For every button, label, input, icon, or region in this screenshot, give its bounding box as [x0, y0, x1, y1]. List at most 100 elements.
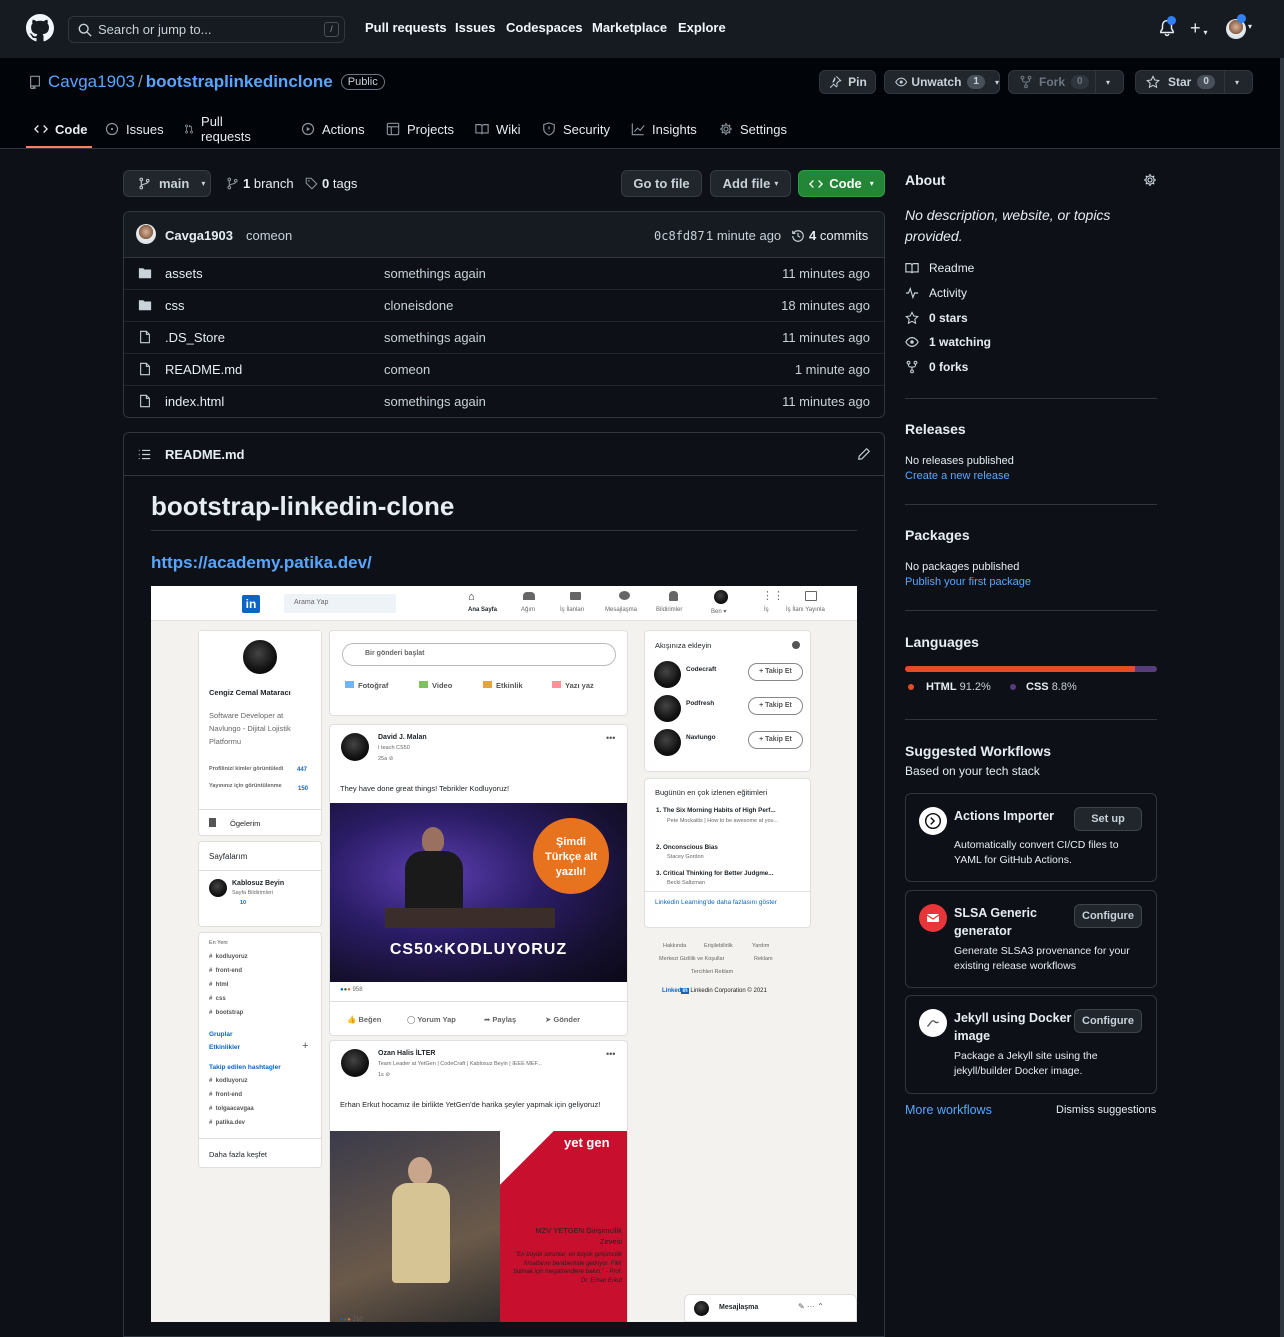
- li-share-button: Paylaş: [492, 1015, 517, 1024]
- nav-pull-requests[interactable]: Pull requests: [365, 20, 447, 35]
- readme-filename[interactable]: README.md: [165, 447, 244, 462]
- speaker-body: [392, 1183, 450, 1283]
- star-button[interactable]: Star 0 ▾: [1135, 70, 1253, 94]
- repo-title: Cavga1903 / bootstraplinkedinclone Publi…: [28, 72, 385, 92]
- workflow-configure-button[interactable]: Configure: [1074, 904, 1142, 928]
- commit-sha[interactable]: 0c8fd87: [654, 229, 705, 243]
- search-input[interactable]: Search or jump to... /: [68, 16, 345, 43]
- tab-code[interactable]: Code: [34, 121, 88, 137]
- publish-package-link[interactable]: Publish your first package: [905, 576, 1031, 588]
- file-row[interactable]: css cloneisdone 18 minutes ago: [124, 290, 884, 322]
- github-logo-icon[interactable]: [26, 14, 54, 42]
- li-course-sub: Becki Saltzman: [667, 880, 705, 886]
- add-file-button[interactable]: Add file ▾: [710, 170, 791, 197]
- tab-label: Pull requests: [201, 114, 251, 144]
- pin-button[interactable]: Pin: [819, 70, 876, 94]
- file-row[interactable]: README.md comeon 1 minute ago: [124, 354, 884, 386]
- file-name[interactable]: .DS_Store: [165, 330, 225, 345]
- fork-icon: [1020, 75, 1032, 89]
- li-corp: Linkedin Corporation © 2021: [690, 988, 767, 994]
- file-name[interactable]: assets: [165, 266, 203, 281]
- fork-button[interactable]: Fork 0 ▾: [1008, 70, 1124, 94]
- file-row[interactable]: index.html somethings again 11 minutes ago: [124, 386, 884, 417]
- li-like-button: Beğen: [358, 1015, 382, 1024]
- tags-link[interactable]: 0 tags: [305, 176, 357, 191]
- stars-link[interactable]: 0 stars: [905, 311, 968, 325]
- li-footer-link: Hakkında: [663, 943, 687, 949]
- li-hashtag: tolgaacavgaa: [215, 1106, 254, 1112]
- tab-issues[interactable]: Issues: [105, 121, 164, 137]
- gear-icon[interactable]: [1143, 173, 1157, 187]
- unwatch-button[interactable]: Unwatch 1 ▾: [884, 70, 1000, 94]
- li-jobs-icon: [570, 592, 581, 600]
- repo-owner-link[interactable]: Cavga1903: [48, 72, 135, 92]
- workflow-setup-button[interactable]: Set up: [1074, 807, 1142, 831]
- workflow-configure-button[interactable]: Configure: [1074, 1009, 1142, 1033]
- li-video-icon: [419, 681, 428, 688]
- branches-link[interactable]: 1 branch: [226, 176, 294, 191]
- li-saved: Ögelerim: [230, 819, 261, 828]
- li-home-icon: ⌂: [468, 591, 475, 603]
- releases-title[interactable]: Releases: [905, 421, 1157, 437]
- create-release-link[interactable]: Create a new release: [905, 470, 1010, 482]
- tab-pull-requests[interactable]: Pull requests: [184, 114, 255, 144]
- packages-title[interactable]: Packages: [905, 527, 1157, 543]
- li-me-avatar: [714, 590, 728, 604]
- readme-screenshot[interactable]: in Arama Yap ⌂ Ana Sayfa Ağım İş İlanlar…: [151, 586, 857, 1322]
- code-button[interactable]: Code ▾: [798, 170, 885, 197]
- readme-heading: bootstrap-linkedin-clone: [151, 491, 455, 521]
- list-icon[interactable]: [138, 448, 151, 461]
- tab-settings[interactable]: Settings: [719, 121, 787, 137]
- li-page-count: 10: [240, 900, 247, 906]
- file-name[interactable]: index.html: [165, 394, 224, 409]
- file-commit-message[interactable]: somethings again: [384, 394, 486, 409]
- li-footer-link: Merkezi Gizlilik ve Koşullar: [659, 956, 725, 962]
- file-commit-message[interactable]: comeon: [384, 362, 430, 377]
- readme-link[interactable]: https://academy.patika.dev/: [151, 553, 372, 573]
- repo-header: Cavga1903 / bootstraplinkedinclone Publi…: [0, 58, 1284, 149]
- tab-insights[interactable]: Insights: [631, 121, 697, 137]
- li-post-sub: Team Leader at YetGen | CodeCraft | Kabl…: [378, 1061, 542, 1067]
- commit-author[interactable]: Cavga1903: [165, 228, 233, 243]
- commits-link[interactable]: 4 commits: [791, 228, 868, 243]
- tab-wiki[interactable]: Wiki: [475, 121, 521, 137]
- pencil-icon[interactable]: [857, 447, 871, 461]
- file-row[interactable]: .DS_Store somethings again 11 minutes ago: [124, 322, 884, 354]
- packages-section: Packages: [905, 527, 1157, 543]
- commit-message[interactable]: comeon: [246, 228, 292, 243]
- nav-explore[interactable]: Explore: [678, 20, 726, 35]
- li-footer-logo: Linkedin: [662, 988, 689, 994]
- forks-link[interactable]: 0 forks: [905, 360, 968, 374]
- tab-actions[interactable]: Actions: [301, 121, 365, 137]
- watching-link[interactable]: 1 watching: [905, 335, 991, 349]
- nav-codespaces[interactable]: Codespaces: [506, 20, 583, 35]
- file-name[interactable]: README.md: [165, 362, 242, 377]
- create-new-button[interactable]: + ▾: [1190, 19, 1208, 42]
- add-file-label: Add file: [722, 176, 771, 191]
- go-to-file-button[interactable]: Go to file: [621, 170, 702, 197]
- file-commit-message[interactable]: somethings again: [384, 266, 486, 281]
- tab-security[interactable]: Security: [542, 121, 610, 137]
- nav-marketplace[interactable]: Marketplace: [592, 20, 667, 35]
- divider: [905, 504, 1157, 505]
- file-name[interactable]: css: [165, 298, 185, 313]
- repo-name-link[interactable]: bootstraplinkedinclone: [146, 72, 333, 92]
- activity-link[interactable]: Activity: [905, 286, 967, 300]
- li-messaging-icon: [619, 591, 630, 600]
- nav-issues[interactable]: Issues: [455, 20, 495, 35]
- li-post-avatar: [341, 1049, 369, 1077]
- tab-projects[interactable]: Projects: [386, 121, 454, 137]
- divider: [905, 610, 1157, 611]
- readme-link[interactable]: Readme: [905, 261, 974, 275]
- li-network-icon: [523, 592, 535, 600]
- file-commit-message[interactable]: cloneisdone: [384, 298, 453, 313]
- dismiss-suggestions-button[interactable]: Dismiss suggestions: [1056, 1104, 1156, 1116]
- file-row[interactable]: assets somethings again 11 minutes ago: [124, 258, 884, 290]
- language-css[interactable]: CSS 8.8%: [1010, 681, 1077, 693]
- language-html[interactable]: HTML 91.2%: [908, 681, 991, 693]
- notifications-icon[interactable]: [1158, 16, 1176, 37]
- file-commit-message[interactable]: somethings again: [384, 330, 486, 345]
- more-workflows-link[interactable]: More workflows: [905, 1103, 992, 1117]
- divider: [199, 809, 321, 810]
- branch-select[interactable]: main ▾: [123, 170, 211, 197]
